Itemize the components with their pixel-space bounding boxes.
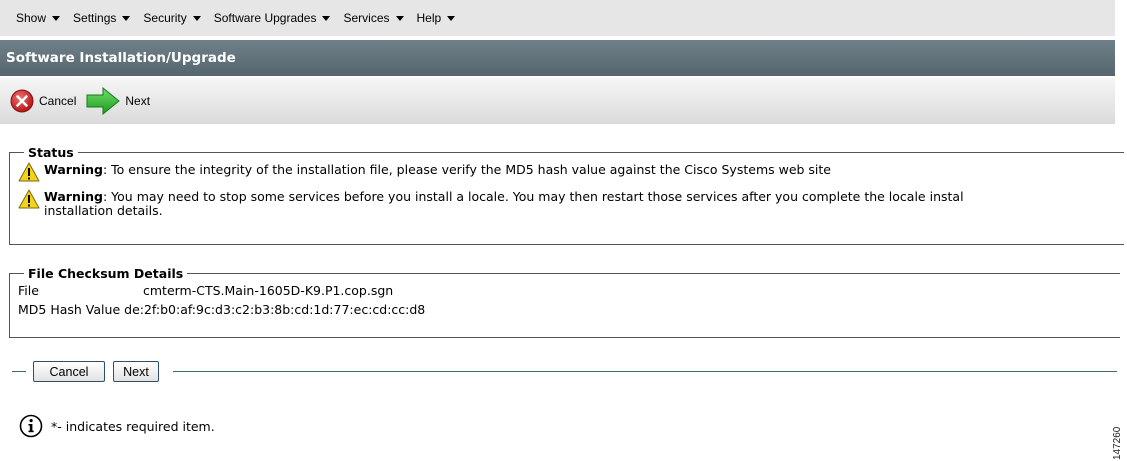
- info-icon: [19, 414, 43, 438]
- divider-left: [12, 371, 26, 372]
- next-arrow-icon: [86, 87, 121, 115]
- figure-code: 147260: [1112, 426, 1123, 460]
- caret-down-icon: [447, 16, 456, 21]
- warning-text: : You may need to stop some services bef…: [102, 190, 964, 204]
- status-legend: Status: [28, 145, 74, 160]
- menu-bar: Show Settings Security Software Upgrades…: [0, 0, 1115, 36]
- md5-value: de:2f:b0:af:9c:d3:c2:b3:8b:cd:1d:77:ec:c…: [124, 302, 426, 317]
- menu-security[interactable]: Security: [143, 11, 201, 25]
- warning-prefix: Warning: [44, 190, 103, 204]
- warning-icon: [18, 189, 40, 209]
- warning-message: Warning: To ensure the integrity of the …: [18, 162, 1124, 182]
- caret-down-icon: [122, 16, 131, 21]
- menu-security-label: Security: [143, 11, 187, 25]
- menu-settings[interactable]: Settings: [73, 11, 131, 25]
- caret-down-icon: [52, 16, 61, 21]
- warning-text: : To ensure the integrity of the install…: [102, 162, 831, 177]
- menu-show[interactable]: Show: [16, 11, 61, 25]
- status-panel: Status Warning: To ensure the integrity …: [9, 145, 1124, 245]
- required-note: *- indicates required item.: [19, 414, 215, 438]
- toolbar-next-button[interactable]: Next: [86, 87, 150, 115]
- file-row: File cmterm-CTS.Main-1605D-K9.P1.cop.sgn: [18, 281, 1120, 300]
- toolbar-cancel-button[interactable]: Cancel: [10, 89, 76, 113]
- cancel-icon: [10, 89, 34, 113]
- warning-text-continued: installation details.: [44, 203, 163, 218]
- file-value: cmterm-CTS.Main-1605D-K9.P1.cop.sgn: [143, 283, 394, 298]
- md5-row: MD5 Hash Value de:2f:b0:af:9c:d3:c2:b3:8…: [18, 300, 1120, 319]
- menu-services-label: Services: [343, 11, 390, 25]
- required-note-text: *- indicates required item.: [51, 418, 215, 434]
- warning-prefix: Warning: [44, 162, 103, 177]
- menu-help-label: Help: [416, 11, 442, 25]
- menu-show-label: Show: [16, 11, 47, 25]
- cancel-button[interactable]: Cancel: [33, 361, 105, 382]
- warning-icon: [18, 162, 40, 182]
- toolbar: Cancel Next: [0, 78, 1115, 124]
- checksum-legend: File Checksum Details: [28, 266, 184, 281]
- page-title: Software Installation/Upgrade: [6, 50, 236, 66]
- menu-settings-label: Settings: [73, 11, 117, 25]
- caret-down-icon: [395, 16, 404, 21]
- page-title-bar: Software Installation/Upgrade: [0, 40, 1115, 76]
- checksum-panel: File Checksum Details File cmterm-CTS.Ma…: [9, 266, 1120, 338]
- caret-down-icon: [192, 16, 201, 21]
- menu-software-upgrades[interactable]: Software Upgrades: [214, 11, 331, 25]
- divider-right: [173, 371, 1117, 372]
- toolbar-cancel-label: Cancel: [39, 94, 77, 108]
- menu-services[interactable]: Services: [343, 11, 404, 25]
- md5-label: MD5 Hash Value: [18, 302, 121, 317]
- file-label: File: [18, 283, 39, 298]
- caret-down-icon: [322, 16, 331, 21]
- menu-software-upgrades-label: Software Upgrades: [213, 11, 317, 25]
- toolbar-next-label: Next: [125, 94, 151, 108]
- warning-message: Warning: You may need to stop some servi…: [18, 189, 1124, 218]
- next-button[interactable]: Next: [113, 361, 159, 382]
- menu-help[interactable]: Help: [417, 11, 456, 25]
